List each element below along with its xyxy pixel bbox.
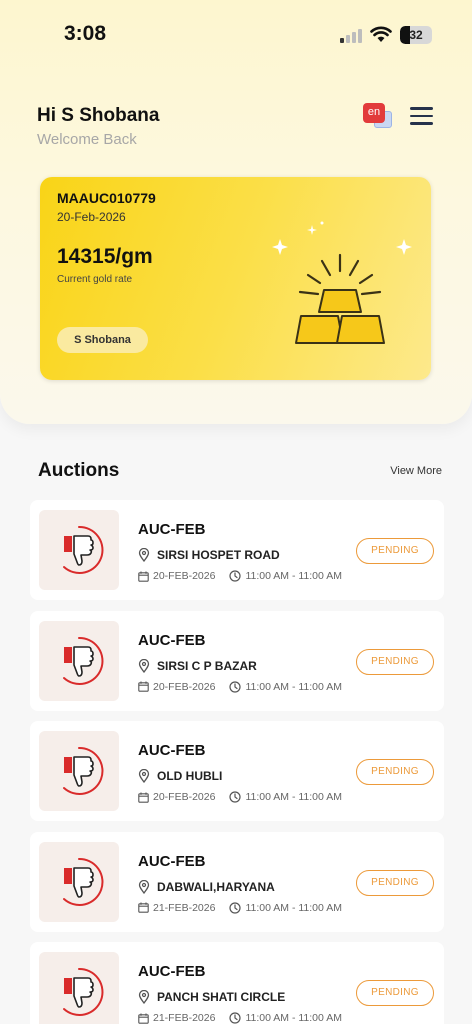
auction-date: 20-FEB-2026 <box>153 680 216 693</box>
auction-thumbnail <box>39 841 119 922</box>
status-bar: 3:08 32 <box>0 0 472 70</box>
auction-location-text: OLD HUBLI <box>157 769 223 784</box>
battery-level: 32 <box>409 28 423 42</box>
auction-date: 21-FEB-2026 <box>153 1012 216 1024</box>
language-badge: en <box>363 103 385 123</box>
thumbs-down-icon <box>63 525 104 574</box>
thumbs-down-icon <box>63 857 104 906</box>
view-more-link[interactable]: View More <box>390 465 442 477</box>
clock-icon <box>229 1012 242 1024</box>
location-pin-icon <box>138 769 150 784</box>
auction-item[interactable]: AUC-FEB OLD HUBLI 20-FEB-2026 11:00 AM -… <box>30 721 444 822</box>
auction-location: DABWALI,HARYANA <box>138 879 275 894</box>
calendar-icon <box>138 681 149 692</box>
status-time: 3:08 <box>64 22 107 45</box>
gold-rate-label: Current gold rate <box>57 274 133 285</box>
status-badge: PENDING <box>356 759 434 786</box>
status-badge: PENDING <box>356 869 434 896</box>
calendar-icon <box>138 1013 149 1024</box>
menu-icon[interactable] <box>410 107 433 125</box>
status-badge: PENDING <box>356 538 434 564</box>
auction-title: AUC-FEB <box>138 852 206 870</box>
gold-rate-value: 14315/gm <box>57 245 153 268</box>
auction-schedule: 20-FEB-2026 11:00 AM - 11:00 AM <box>138 681 342 693</box>
thumbs-down-icon <box>63 747 104 796</box>
auction-location: SIRSI HOSPET ROAD <box>138 548 280 562</box>
auction-item[interactable]: AUC-FEB DABWALI,HARYANA 21-FEB-2026 11:0… <box>30 831 444 932</box>
gold-rate-card[interactable]: MAAUC010779 20-Feb-2026 14315/gm Current… <box>40 177 431 380</box>
clock-icon <box>229 570 242 582</box>
location-pin-icon <box>138 990 150 1005</box>
account-code: MAAUC010779 <box>57 190 156 206</box>
gold-bars-icon <box>272 221 412 344</box>
auction-time: 11:00 AM - 11:00 AM <box>245 1012 342 1024</box>
thumbs-down-icon <box>63 968 104 1017</box>
auctions-section-header: Auctions View More <box>38 460 442 482</box>
auction-item[interactable]: AUC-FEB SIRSI C P BAZAR 20-FEB-2026 11:0… <box>30 610 444 711</box>
auction-time: 11:00 AM - 11:00 AM <box>245 901 342 914</box>
auction-date: 20-FEB-2026 <box>153 791 216 804</box>
auction-time: 11:00 AM - 11:00 AM <box>245 570 342 582</box>
auction-title: AUC-FEB <box>138 521 206 538</box>
battery-icon: 32 <box>400 26 432 44</box>
calendar-icon <box>138 902 149 914</box>
header-panel: 3:08 32 Hi S Shobana Welcome Back en MAA… <box>0 0 472 424</box>
auction-date: 20-FEB-2026 <box>153 570 216 582</box>
auction-thumbnail <box>39 731 119 812</box>
auction-item[interactable]: AUC-FEB PANCH SHATI CIRCLE 21-FEB-2026 1… <box>30 942 444 1024</box>
greeting: Hi S Shobana Welcome Back <box>37 105 159 148</box>
greeting-title: Hi S Shobana <box>37 105 160 126</box>
greeting-subtitle: Welcome Back <box>37 131 137 148</box>
auction-location: PANCH SHATI CIRCLE <box>138 990 286 1005</box>
signal-icon <box>340 28 362 43</box>
auction-item[interactable]: AUC-FEB SIRSI HOSPET ROAD 20-FEB-2026 11… <box>30 500 444 600</box>
auction-schedule: 20-FEB-2026 11:00 AM - 11:00 AM <box>138 791 342 803</box>
wifi-icon <box>370 26 392 42</box>
auction-time: 11:00 AM - 11:00 AM <box>245 791 342 804</box>
auction-thumbnail <box>39 510 119 590</box>
status-badge: PENDING <box>356 648 434 675</box>
auction-thumbnail <box>39 952 119 1024</box>
customer-name-chip: S Shobana <box>57 327 148 353</box>
auction-title: AUC-FEB <box>138 963 206 981</box>
auction-location: SIRSI C P BAZAR <box>138 658 257 673</box>
auctions-heading: Auctions <box>38 460 120 481</box>
clock-icon <box>229 902 242 914</box>
auction-location-text: SIRSI C P BAZAR <box>157 658 257 673</box>
card-date: 20-Feb-2026 <box>57 210 126 224</box>
status-badge: PENDING <box>356 980 434 1007</box>
auction-title: AUC-FEB <box>138 742 206 760</box>
location-pin-icon <box>138 658 150 673</box>
auction-location-text: DABWALI,HARYANA <box>157 879 275 894</box>
auction-location-text: PANCH SHATI CIRCLE <box>157 990 286 1005</box>
thumbs-down-icon <box>63 636 104 685</box>
auction-location-text: SIRSI HOSPET ROAD <box>157 548 280 562</box>
auction-schedule: 21-FEB-2026 11:00 AM - 11:00 AM <box>138 902 342 914</box>
language-icon[interactable]: en <box>362 103 394 131</box>
calendar-icon <box>138 792 149 803</box>
auction-schedule: 21-FEB-2026 11:00 AM - 11:00 AM <box>138 1012 342 1024</box>
auction-location: OLD HUBLI <box>138 769 223 784</box>
clock-icon <box>229 680 242 693</box>
calendar-icon <box>138 571 149 582</box>
clock-icon <box>229 791 242 803</box>
location-pin-icon <box>138 548 150 562</box>
auction-title: AUC-FEB <box>138 631 206 649</box>
auction-date: 21-FEB-2026 <box>153 901 216 914</box>
auction-schedule: 20-FEB-2026 11:00 AM - 11:00 AM <box>138 570 342 582</box>
location-pin-icon <box>138 879 150 894</box>
auction-time: 11:00 AM - 11:00 AM <box>245 680 342 693</box>
auction-thumbnail <box>39 620 119 701</box>
